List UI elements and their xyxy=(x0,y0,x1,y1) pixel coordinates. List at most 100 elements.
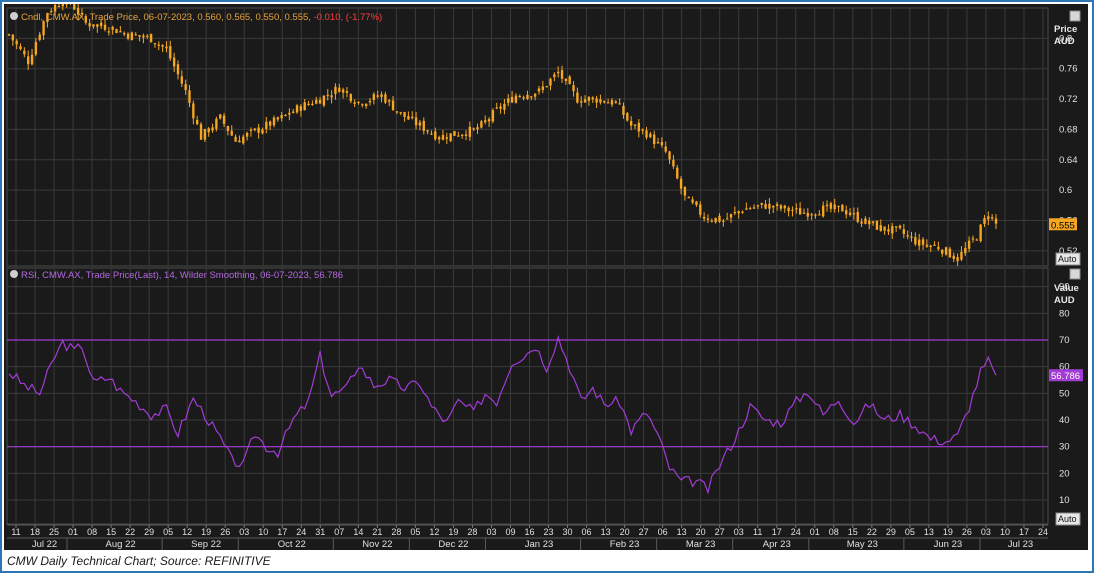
candle-body xyxy=(484,120,487,123)
candle-body xyxy=(491,110,495,122)
time-month-label: Mar 23 xyxy=(686,539,716,550)
time-day-label: 13 xyxy=(677,527,687,537)
candle-body xyxy=(215,118,218,129)
candle-body xyxy=(303,102,306,111)
time-day-label: 31 xyxy=(315,527,325,537)
time-day-label: 27 xyxy=(715,527,725,537)
candle-body xyxy=(560,70,564,79)
candle-body xyxy=(837,205,840,208)
candle-body xyxy=(341,89,345,93)
candle-body xyxy=(326,94,329,97)
candle-body xyxy=(710,220,713,222)
time-day-label: 17 xyxy=(277,527,287,537)
candle-body xyxy=(222,115,226,124)
svg-text:0.555: 0.555 xyxy=(1051,220,1075,231)
candle-body xyxy=(687,197,690,199)
time-day-label: 20 xyxy=(696,527,706,537)
candle-body xyxy=(299,106,303,111)
time-month-label: Aug 22 xyxy=(106,539,136,550)
candle-body xyxy=(768,203,771,209)
price-auto-button[interactable]: Auto xyxy=(1055,252,1081,266)
price-tick-label: 0.72 xyxy=(1059,94,1078,105)
time-month-label: Jul 23 xyxy=(1008,539,1033,550)
candle-body xyxy=(23,50,26,55)
candle-body xyxy=(925,244,929,247)
candle-body xyxy=(633,124,637,126)
candle-body xyxy=(856,211,859,222)
time-day-label: 19 xyxy=(448,527,458,537)
price-axis-title-1: Price xyxy=(1054,24,1077,35)
time-day-label: 17 xyxy=(772,527,782,537)
candle-body xyxy=(96,24,99,27)
candle-body xyxy=(714,217,717,223)
rsi-legend: RSI, CMW.AX, Trade Price(Last), 14, Wild… xyxy=(21,270,343,281)
candle-body xyxy=(42,21,45,36)
candle-body xyxy=(422,120,425,131)
candle-body xyxy=(825,204,829,207)
candle-body xyxy=(226,126,230,131)
candle-body xyxy=(718,215,721,222)
candle-body xyxy=(180,76,184,84)
rsi-maximize-icon[interactable] xyxy=(1069,268,1081,280)
time-month-label: Feb 23 xyxy=(610,539,640,550)
candle-body xyxy=(111,27,114,30)
candle-body xyxy=(879,225,882,231)
candle-body xyxy=(653,134,656,145)
candle-body xyxy=(814,214,817,216)
candle-body xyxy=(195,119,199,125)
rsi-auto-button[interactable]: Auto xyxy=(1055,512,1081,526)
candle-body xyxy=(564,78,568,82)
candle-body xyxy=(810,214,813,216)
candle-body xyxy=(153,43,157,45)
rsi-legend-icon[interactable] xyxy=(10,270,18,278)
candle-body xyxy=(495,107,498,109)
candle-body xyxy=(207,128,210,133)
candle-body xyxy=(199,124,203,140)
candle-body xyxy=(614,101,617,103)
candle-body xyxy=(399,112,402,114)
time-month-label: Jan 23 xyxy=(525,539,554,550)
candle-body xyxy=(541,86,545,90)
time-month-label: Sep 22 xyxy=(191,539,221,550)
candle-body xyxy=(203,129,207,140)
time-day-label: 08 xyxy=(829,527,839,537)
candle-body xyxy=(434,131,437,140)
candle-body xyxy=(288,112,291,115)
candle-body xyxy=(580,101,583,103)
candle-body xyxy=(956,256,959,262)
time-day-label: 18 xyxy=(30,527,40,537)
candle-body xyxy=(219,114,222,119)
candle-body xyxy=(795,208,798,210)
candle-body xyxy=(295,105,299,113)
candle-body xyxy=(994,218,998,224)
candle-body xyxy=(380,94,383,98)
time-day-label: 03 xyxy=(239,527,249,537)
candle-body xyxy=(345,91,349,93)
candle-body xyxy=(503,103,506,110)
candle-body xyxy=(468,126,472,137)
candle-body xyxy=(238,140,241,143)
candle-body xyxy=(952,255,955,259)
candle-body xyxy=(553,74,556,78)
candle-body xyxy=(695,201,698,205)
time-day-label: 28 xyxy=(467,527,477,537)
candle-body xyxy=(403,111,406,118)
time-day-label: 24 xyxy=(791,527,801,537)
price-maximize-icon[interactable] xyxy=(1069,10,1081,22)
candle-body xyxy=(568,76,571,85)
candle-body xyxy=(330,95,333,98)
candle-body xyxy=(914,237,917,245)
candle-body xyxy=(123,33,126,35)
candle-body xyxy=(833,204,836,210)
rsi-last-value-label: 56.786 xyxy=(1049,369,1083,382)
candle-body xyxy=(19,46,22,50)
candle-body xyxy=(530,96,533,98)
candle-body xyxy=(683,186,687,196)
time-day-label: 19 xyxy=(201,527,211,537)
time-day-label: 01 xyxy=(810,527,820,537)
candle-body xyxy=(937,246,940,250)
candle-body xyxy=(860,221,863,224)
price-legend-icon[interactable] xyxy=(10,12,18,20)
price-tick-label: 0.68 xyxy=(1059,124,1078,135)
time-day-label: 21 xyxy=(372,527,382,537)
